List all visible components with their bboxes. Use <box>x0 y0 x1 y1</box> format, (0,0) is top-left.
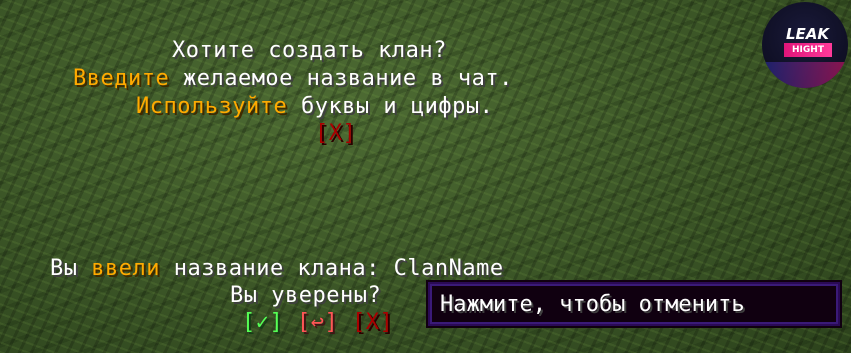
hover-tooltip: Нажмите, чтобы отменить <box>426 280 842 328</box>
watermark-logo: LEAK HIGHT <box>762 2 848 88</box>
prompt-cancel-button[interactable]: [X] <box>315 121 356 146</box>
use-rest: буквы и цифры. <box>287 94 494 119</box>
entered-rest: название клана: ClanName <box>159 256 504 281</box>
retry-button[interactable]: [↩] <box>297 310 338 335</box>
logo-stripe <box>762 62 848 88</box>
prompt-cancel-line: [X] <box>315 121 356 147</box>
enter-rest: желаемое название в чат. <box>169 66 513 91</box>
use-chars-line: Используйте буквы и цифры. <box>136 94 493 120</box>
enter-name-line: Введите желаемое название в чат. <box>73 66 513 92</box>
are-you-sure-text: Вы уверены? <box>230 283 382 308</box>
cancel-button[interactable]: [X] <box>352 310 393 335</box>
confirm-button[interactable]: [✓] <box>242 310 283 335</box>
use-word: Используйте <box>136 94 288 119</box>
question-text: Хотите создать клан? <box>172 38 447 63</box>
question-line: Хотите создать клан? <box>172 38 447 64</box>
entered-name-line: Вы ввели название клана: ClanName <box>50 256 504 282</box>
tooltip-text: Нажмите, чтобы отменить <box>440 292 745 317</box>
entered-pre: Вы <box>50 256 92 281</box>
enter-word: Введите <box>73 66 170 91</box>
logo-top-text: LEAK <box>786 25 830 43</box>
logo-bottom-text: HIGHT <box>784 43 832 57</box>
entered-word: ввели <box>91 256 160 281</box>
action-buttons-line: [✓] [↩] [X] <box>242 310 393 336</box>
are-you-sure-line: Вы уверены? <box>230 283 381 309</box>
